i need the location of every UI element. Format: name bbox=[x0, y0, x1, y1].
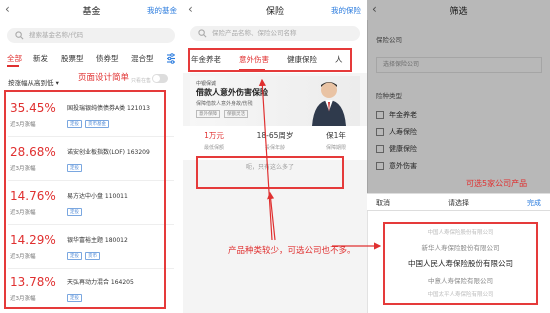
annotation-arrows bbox=[258, 78, 382, 250]
arrow-to-tabs bbox=[258, 78, 273, 241]
insurance-annotation: 产品种类较少，可选公司也不多。 bbox=[228, 246, 356, 256]
